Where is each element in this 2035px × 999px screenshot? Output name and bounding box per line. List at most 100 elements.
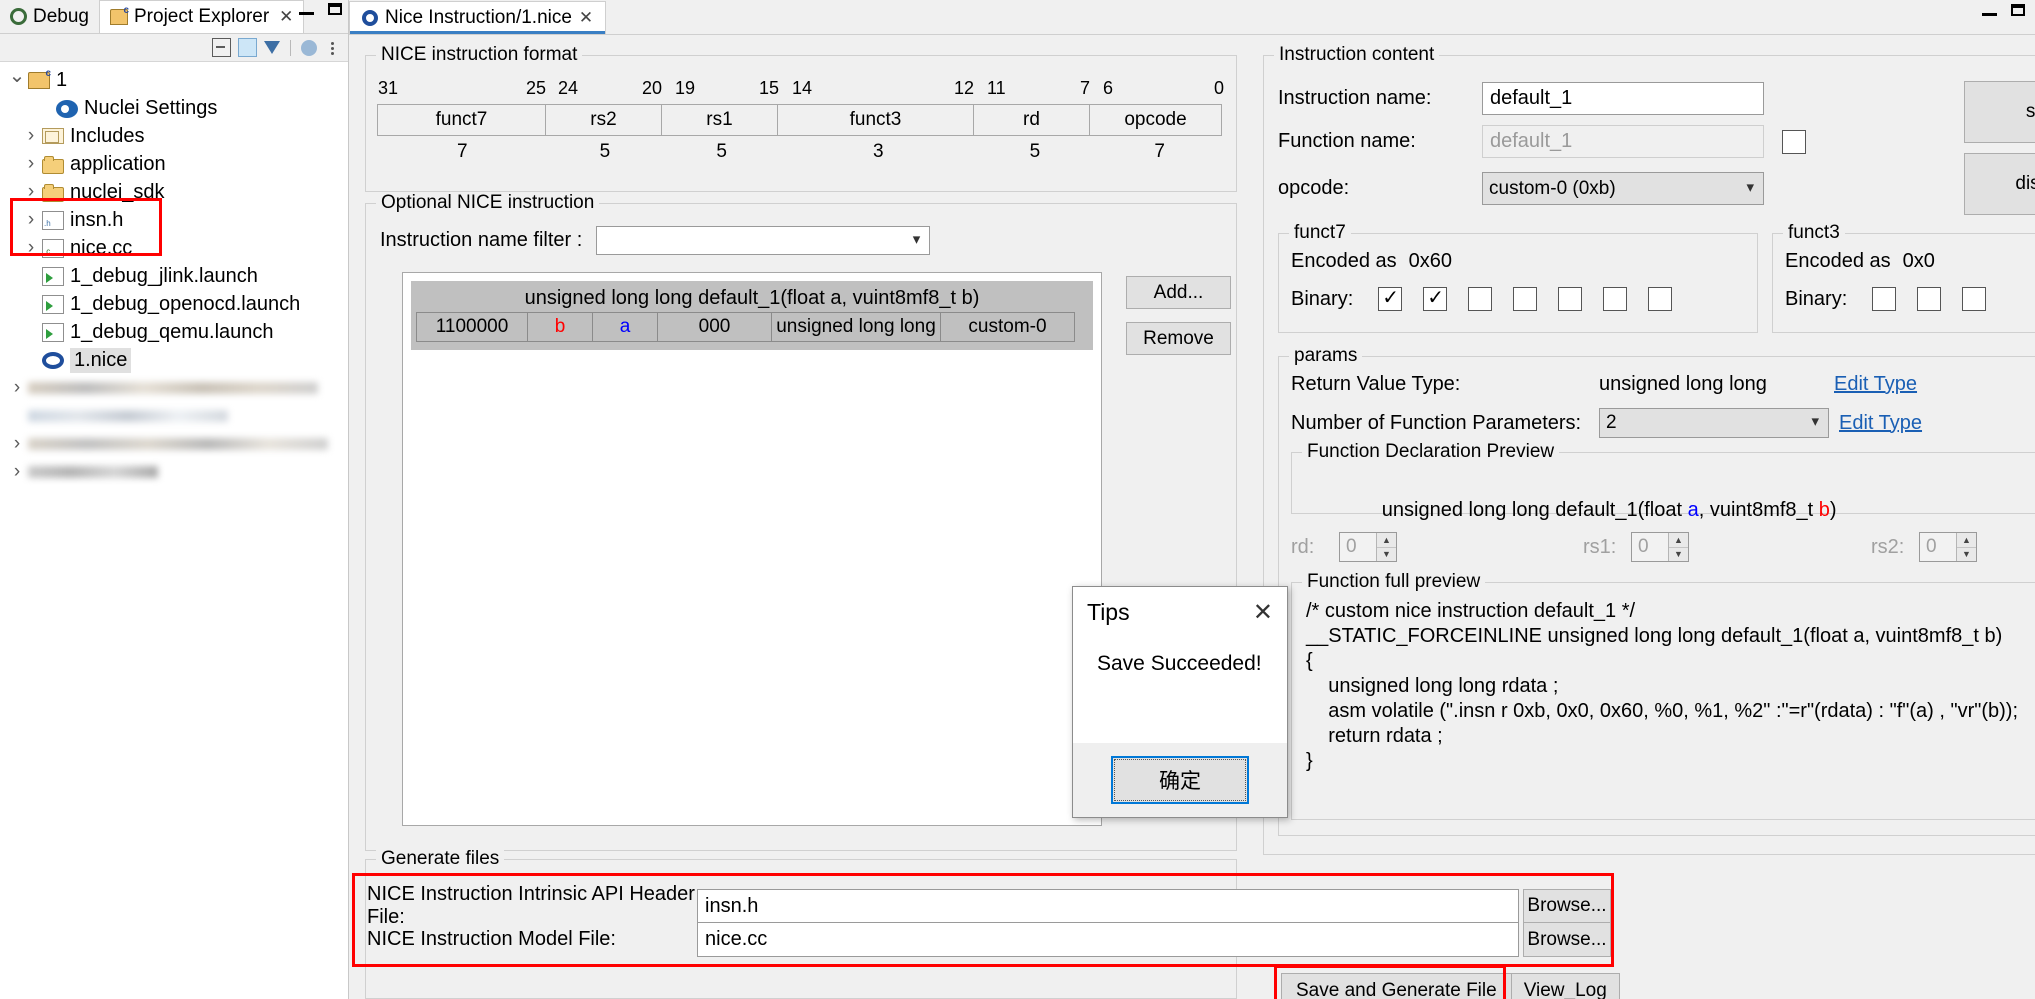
tree-item-insn-h[interactable]: .h insn.h xyxy=(0,206,348,234)
rd-stepper[interactable]: 0 ▲ ▼ xyxy=(1339,532,1397,562)
return-type-label: Return Value Type: xyxy=(1291,373,1461,395)
close-icon[interactable]: ✕ xyxy=(579,8,593,28)
model-browse-button[interactable]: Browse... xyxy=(1523,922,1611,957)
opcode-combo[interactable]: custom-0 (0xb) ▾ xyxy=(1482,172,1764,205)
stepper-up-icon[interactable]: ▲ xyxy=(1669,533,1688,548)
close-icon[interactable]: ✕ xyxy=(279,7,293,27)
save-and-generate-button[interactable]: Save and Generate File xyxy=(1281,973,1512,999)
optional-instruction-list[interactable]: unsigned long long default_1(float a, vu… xyxy=(402,272,1102,826)
model-file-input[interactable]: nice.cc xyxy=(697,922,1519,957)
function-name-label: Function name: xyxy=(1278,130,1416,152)
rd-stepper-arrows[interactable]: ▲ ▼ xyxy=(1376,533,1396,561)
chevron-right-icon[interactable] xyxy=(20,125,42,147)
instruction-name-input[interactable]: default_1 xyxy=(1482,82,1764,115)
rs1-stepper-arrows[interactable]: ▲ ▼ xyxy=(1668,533,1688,561)
tree-item-includes[interactable]: Includes xyxy=(0,122,348,150)
tree-item-redacted[interactable] xyxy=(0,430,348,458)
chevron-right-icon[interactable] xyxy=(20,237,42,259)
param-count-edit-link[interactable]: Edit Type xyxy=(1839,412,1922,435)
tree-item-label: nuclei_sdk xyxy=(70,180,165,203)
funct7-bit-5[interactable] xyxy=(1603,287,1628,311)
discard-button-label: discard xyxy=(2015,173,2035,194)
tree-item-qemu-launch[interactable]: 1_debug_qemu.launch xyxy=(0,318,348,346)
discard-button[interactable]: discard xyxy=(1964,153,2035,215)
param-count-combo[interactable]: 2 ▾ xyxy=(1599,408,1829,438)
field-width: 7 xyxy=(378,140,547,164)
chevron-right-icon[interactable] xyxy=(6,461,28,483)
field-width-label: 7 xyxy=(1154,141,1165,162)
focus-icon[interactable] xyxy=(301,39,317,56)
stepper-down-icon[interactable]: ▼ xyxy=(1669,547,1688,561)
tree-item-1-nice[interactable]: 1.nice xyxy=(0,346,348,374)
chevron-right-icon[interactable] xyxy=(20,209,42,231)
bit-num: 24 xyxy=(558,78,579,98)
tree-item-openocd-launch[interactable]: 1_debug_openocd.launch xyxy=(0,290,348,318)
collapse-all-icon[interactable] xyxy=(212,38,231,57)
tab-project-explorer[interactable]: Project Explorer ✕ xyxy=(99,0,305,33)
tree-item-nuclei-sdk[interactable]: nuclei_sdk xyxy=(0,178,348,206)
field-label: rs2 xyxy=(590,109,617,130)
funct7-bit-1[interactable] xyxy=(1423,285,1448,311)
funct7-bit-3[interactable] xyxy=(1513,287,1538,311)
function-name-checkbox[interactable] xyxy=(1782,129,1806,154)
redacted-label xyxy=(28,382,318,394)
funct7-bit-6[interactable] xyxy=(1648,287,1673,311)
return-type-edit-link[interactable]: Edit Type xyxy=(1834,373,1917,396)
chevron-down-icon[interactable] xyxy=(6,68,28,93)
group-label: Function Declaration Preview xyxy=(1302,441,1560,463)
tab-nice-instruction[interactable]: Nice Instruction/1.nice ✕ xyxy=(349,1,607,34)
add-button[interactable]: Add... xyxy=(1126,276,1231,309)
field-funct7: funct7 xyxy=(377,104,546,136)
minimize-icon[interactable] xyxy=(299,11,314,15)
rs2-stepper[interactable]: 0 ▲ ▼ xyxy=(1919,532,1977,562)
stepper-down-icon[interactable]: ▼ xyxy=(1377,547,1396,561)
header-browse-button[interactable]: Browse... xyxy=(1523,888,1611,924)
funct3-encoded-value: 0x0 xyxy=(1902,250,1935,272)
tree-item-nuclei-settings[interactable]: Nuclei Settings xyxy=(0,94,348,122)
tree-item-nice-cc[interactable]: .c nice.cc xyxy=(0,234,348,262)
chevron-right-icon[interactable] xyxy=(6,377,28,399)
tree-item-redacted[interactable] xyxy=(0,458,348,486)
remove-button[interactable]: Remove xyxy=(1126,322,1231,355)
stepper-up-icon[interactable]: ▲ xyxy=(1377,533,1396,548)
funct3-bit-2[interactable] xyxy=(1962,287,1987,311)
maximize-icon[interactable] xyxy=(328,3,342,15)
chevron-right-icon[interactable] xyxy=(6,433,28,455)
view-filter-icon[interactable] xyxy=(264,41,280,54)
tree-item-redacted[interactable] xyxy=(0,374,348,402)
tree-item-application[interactable]: application xyxy=(0,150,348,178)
view-log-button[interactable]: View_Log xyxy=(1510,973,1620,999)
stepper-down-icon[interactable]: ▼ xyxy=(1957,547,1976,561)
editor-tabbar: Nice Instruction/1.nice ✕ xyxy=(349,0,2035,34)
maximize-icon[interactable] xyxy=(2011,4,2025,16)
header-file-input[interactable]: insn.h xyxy=(697,888,1519,924)
minimize-icon[interactable] xyxy=(1982,12,1997,16)
funct7-bit-4[interactable] xyxy=(1558,287,1583,311)
chevron-right-icon[interactable] xyxy=(20,181,42,203)
funct3-bit-0[interactable] xyxy=(1872,287,1897,311)
param-count-row: Number of Function Parameters: 2 ▾ Edit … xyxy=(1291,408,1922,438)
funct3-bit-1[interactable] xyxy=(1917,287,1942,311)
tree-item-project[interactable]: 1 xyxy=(0,66,348,94)
rs1-stepper[interactable]: 0 ▲ ▼ xyxy=(1631,532,1689,562)
function-name-input[interactable]: default_1 xyxy=(1482,125,1764,158)
view-menu-icon[interactable] xyxy=(324,40,340,56)
save-button[interactable]: save xyxy=(1964,81,2035,143)
browse-label: Browse... xyxy=(1527,928,1607,950)
tips-dialog-ok-button[interactable]: 确定 xyxy=(1111,756,1249,804)
chevron-right-icon[interactable] xyxy=(20,153,42,175)
funct7-bit-2[interactable] xyxy=(1468,287,1493,311)
tab-debug[interactable]: Debug xyxy=(0,0,99,33)
link-with-editor-icon[interactable] xyxy=(238,38,257,57)
instruction-filter-combo[interactable]: ▾ xyxy=(596,226,931,255)
rs2-stepper-arrows[interactable]: ▲ ▼ xyxy=(1956,533,1976,561)
tree-item-jlink-launch[interactable]: 1_debug_jlink.launch xyxy=(0,262,348,290)
instruction-list-item[interactable]: unsigned long long default_1(float a, vu… xyxy=(411,281,1093,350)
stepper-up-icon[interactable]: ▲ xyxy=(1957,533,1976,548)
funct7-binary-row: Binary: xyxy=(1291,285,1673,311)
close-icon[interactable]: ✕ xyxy=(1253,600,1273,625)
tree-item-redacted[interactable] xyxy=(0,402,348,430)
funct7-bit-0[interactable] xyxy=(1378,285,1403,311)
funct7-group: funct7 Encoded as 0x60 Binary: xyxy=(1278,222,1758,333)
funct3-binary-row: Binary: xyxy=(1785,287,1987,311)
